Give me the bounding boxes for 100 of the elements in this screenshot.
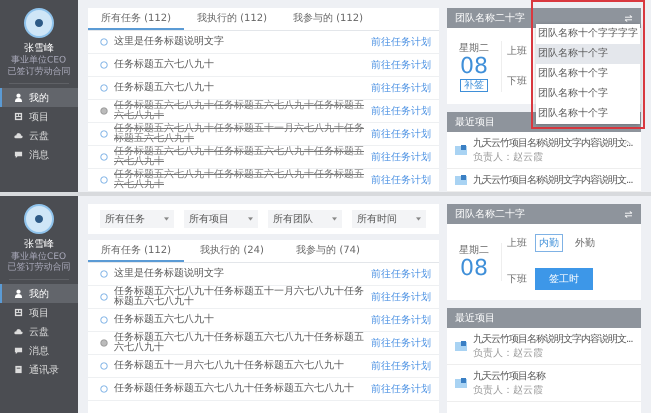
nav-item[interactable]: 项目 xyxy=(0,107,78,126)
task-title: 任务标题五六七八九十 xyxy=(114,83,215,93)
nav-item[interactable]: 我的 xyxy=(0,284,78,303)
caret-icon xyxy=(248,217,253,221)
switch-icon[interactable] xyxy=(624,210,633,218)
chat-icon xyxy=(14,346,23,355)
avatar xyxy=(24,8,54,38)
circle-icon[interactable] xyxy=(100,84,108,92)
project-icon xyxy=(455,378,467,388)
user-icon xyxy=(14,289,23,298)
filter-select[interactable]: 所有团队 xyxy=(268,210,342,228)
circle-icon[interactable] xyxy=(100,176,108,184)
grid-icon xyxy=(14,112,23,121)
task-plan-link[interactable]: 前往任务计划 xyxy=(371,382,431,396)
nav-item[interactable]: 我的 xyxy=(0,88,78,107)
task-title: 任务标题五六七八九十任务标题五六七八九十任务标题五六七八九十 xyxy=(114,170,365,190)
circle-icon[interactable] xyxy=(100,316,108,324)
user-info: 已签订劳动合同 xyxy=(8,262,70,272)
shift-option[interactable]: 外勤 xyxy=(571,234,599,252)
circle-icon[interactable] xyxy=(100,385,108,393)
project-title[interactable]: 九天云竹项目名称 xyxy=(473,369,633,383)
dropdown-item[interactable]: 团队名称十个字 xyxy=(536,84,640,104)
caret-icon xyxy=(164,217,169,221)
dropdown-item[interactable]: 团队名称十个字 xyxy=(536,44,640,64)
grid-icon xyxy=(14,308,23,317)
task-plan-link[interactable]: 前往任务计划 xyxy=(371,267,431,281)
filter-select[interactable]: 所有时间 xyxy=(352,210,426,228)
tab[interactable]: 我参与的 (74) xyxy=(280,240,376,262)
tab[interactable]: 我执行的 (112) xyxy=(184,8,280,30)
status-badge: 补签 xyxy=(460,78,488,92)
circle-icon[interactable] xyxy=(100,130,108,138)
project-icon xyxy=(455,145,467,155)
project-owner: 负责人：赵云霞 xyxy=(473,346,544,360)
nav-item[interactable]: 消息 xyxy=(0,145,78,164)
user-info: 事业单位CEO xyxy=(11,56,67,66)
day-number: 08 xyxy=(460,54,488,78)
shift-label: 上班 xyxy=(507,44,527,58)
cloud-icon xyxy=(14,131,23,140)
filter-select[interactable]: 所有项目 xyxy=(184,210,258,228)
book-icon xyxy=(14,365,23,374)
checked-circle-icon[interactable] xyxy=(100,339,108,347)
project-title[interactable]: 九天云竹项目名称说明文字内容说明文... xyxy=(473,136,633,150)
filter-select[interactable]: 所有任务 xyxy=(100,210,174,228)
task-plan-link[interactable]: 前往任务计划 xyxy=(371,81,431,95)
task-title: 任务标题五六七八九十 xyxy=(114,60,215,70)
nav-item[interactable]: 云盘 xyxy=(0,126,78,145)
project-item[interactable]: 九天云竹项目名称 负责人：赵云霞 xyxy=(447,365,641,402)
task-title: 任务标题五六七八九十任务标题五六七八九十任务标题五六七八九十 xyxy=(114,101,365,121)
nav-item[interactable]: 云盘 xyxy=(0,322,78,341)
task-plan-link[interactable]: 前往任务计划 xyxy=(371,290,431,304)
dropdown-item[interactable]: 团队名称十个字 xyxy=(536,64,640,84)
task-plan-link[interactable]: 前往任务计划 xyxy=(371,150,431,164)
team-title: 团队名称二十字 xyxy=(455,208,525,221)
shift-label: 下班 xyxy=(507,272,527,286)
user-name: 张雪峰 xyxy=(24,238,54,251)
user-info: 事业单位CEO xyxy=(11,252,67,262)
weekday: 星期二 xyxy=(459,42,489,54)
project-item[interactable]: 九天云竹项目名称说明文字内容说明文... xyxy=(447,169,641,192)
task-plan-link[interactable]: 前往任务计划 xyxy=(371,104,431,118)
task-title: 任务标题五六七八九十任务标题五十一月六七八九十任务标题五六七八九十 xyxy=(114,124,365,144)
circle-icon[interactable] xyxy=(100,362,108,370)
project-title[interactable]: 九天云竹项目名称说明文字内容说明文... xyxy=(473,173,633,187)
task-plan-link[interactable]: 前往任务计划 xyxy=(371,173,431,187)
task-plan-link[interactable]: 前往任务计划 xyxy=(371,313,431,327)
project-owner: 负责人：赵云霞 xyxy=(473,150,544,164)
nav-item[interactable]: 项目 xyxy=(0,303,78,322)
checked-circle-icon[interactable] xyxy=(100,107,108,115)
tab[interactable]: 我参与的 (112) xyxy=(280,8,376,30)
task-title: 任务标题任务标题五六七八九十任务标题五六七八九十 xyxy=(114,384,355,394)
circle-icon[interactable] xyxy=(100,270,108,278)
dropdown-item[interactable]: 团队名称十个字字字字 xyxy=(536,24,640,44)
caret-icon xyxy=(416,217,421,221)
recent-title: 最近项目 xyxy=(455,116,495,129)
dropdown-item[interactable]: 团队名称十个字 xyxy=(536,104,640,124)
circle-icon[interactable] xyxy=(100,153,108,161)
task-title: 任务标题五六七八九十任务标题五六七八九十任务标题五六七八九十 xyxy=(114,333,365,353)
day-number: 08 xyxy=(460,257,488,281)
nav-item[interactable]: 消息 xyxy=(0,341,78,360)
shift-option[interactable]: 内勤 xyxy=(535,234,563,252)
task-title: 任务标题五六七八九十任务标题五十一月六七八九十任务标题五六七八九十 xyxy=(114,287,365,307)
clock-button[interactable]: 签工时 xyxy=(535,268,593,290)
nav-item[interactable]: 通讯录 xyxy=(0,360,78,379)
circle-icon[interactable] xyxy=(100,38,108,46)
task-plan-link[interactable]: 前往任务计划 xyxy=(371,359,431,373)
tab[interactable]: 所有任务 (112) xyxy=(88,8,184,30)
task-plan-link[interactable]: 前往任务计划 xyxy=(371,58,431,72)
switch-icon[interactable] xyxy=(624,14,633,22)
project-item[interactable]: 九天云竹项目名称说明文字内容说明文... 负责人：赵云霞 xyxy=(447,132,641,169)
tab[interactable]: 我执行的 (24) xyxy=(184,240,280,262)
project-title[interactable]: 九天云竹项目名称说明文字内容说明文... xyxy=(473,332,633,346)
task-plan-link[interactable]: 前往任务计划 xyxy=(371,127,431,141)
circle-icon[interactable] xyxy=(100,293,108,301)
circle-icon[interactable] xyxy=(100,61,108,69)
project-icon xyxy=(455,341,467,351)
project-item[interactable]: 九天云竹项目名称说明文字内容说明文... 负责人：赵云霞 xyxy=(447,328,641,365)
task-plan-link[interactable]: 前往任务计划 xyxy=(371,35,431,49)
tab[interactable]: 所有任务 (112) xyxy=(88,240,184,262)
task-title: 任务标题五十一月六七八九十任务标题五六七八九十 xyxy=(114,361,345,371)
task-plan-link[interactable]: 前往任务计划 xyxy=(371,336,431,350)
user-name: 张雪峰 xyxy=(24,42,54,55)
